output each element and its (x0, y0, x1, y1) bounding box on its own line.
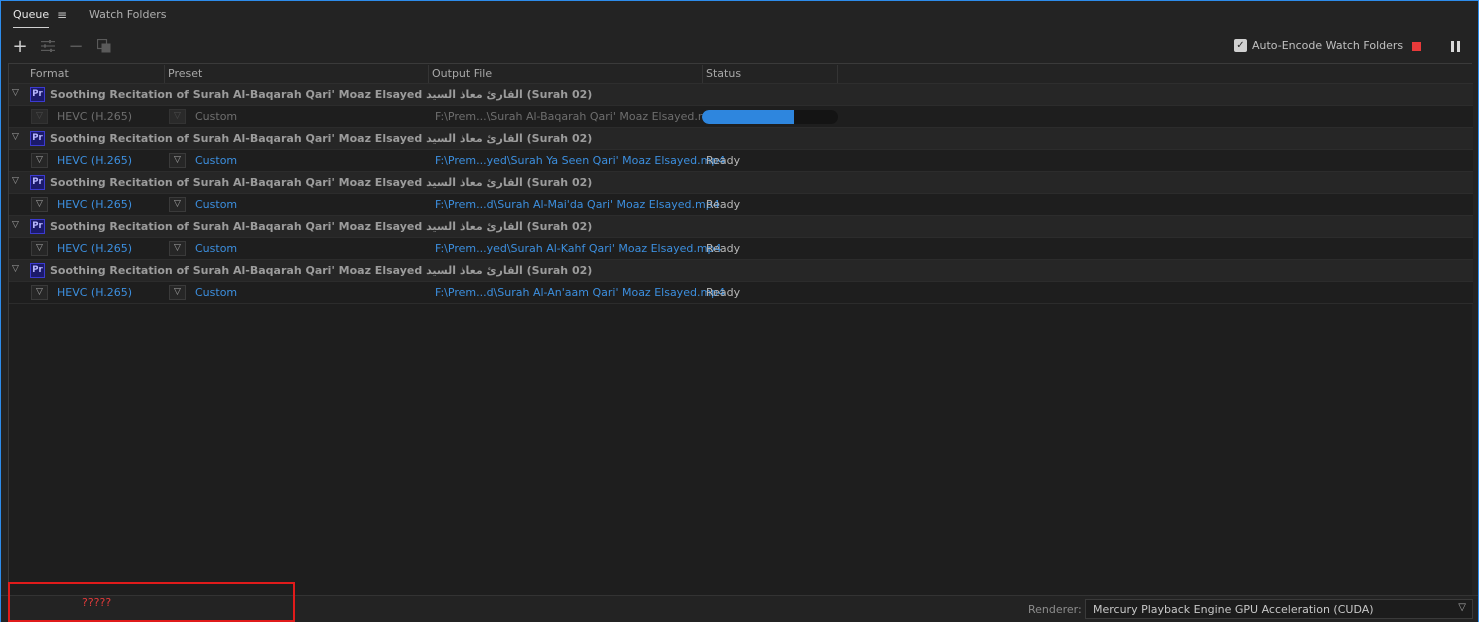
premiere-pro-icon: Pr (30, 87, 45, 102)
tab-watch-folders[interactable]: Watch Folders (89, 8, 166, 28)
queue-list: Format Preset Output File Status ▽ Pr So… (8, 63, 1473, 595)
source-title: Soothing Recitation of Surah Al-Baqarah … (50, 264, 593, 277)
preset-dropdown[interactable]: ▽ (169, 241, 186, 256)
format-dropdown[interactable]: ▽ (31, 241, 48, 256)
remove-button[interactable]: − (67, 35, 85, 57)
format-dropdown[interactable]: ▽ (31, 109, 48, 124)
checkmark-icon: ✓ (1234, 39, 1247, 52)
queue-group[interactable]: ▽ Pr Soothing Recitation of Surah Al-Baq… (9, 216, 1473, 238)
chevron-down-icon: ▽ (1458, 602, 1466, 613)
queue-group[interactable]: ▽ Pr Soothing Recitation of Surah Al-Baq… (9, 84, 1473, 106)
stop-queue-button[interactable] (1412, 42, 1421, 51)
pause-queue-button[interactable] (1451, 41, 1460, 52)
encode-progress-bar (702, 110, 838, 124)
chevron-down-icon[interactable]: ▽ (12, 220, 22, 232)
output-file-link[interactable]: F:\Prem...yed\Surah Al-Kahf Qari' Moaz E… (435, 242, 722, 255)
status-bar: ????? Renderer: Mercury Playback Engine … (1, 582, 1478, 622)
format-dropdown[interactable]: ▽ (31, 285, 48, 300)
output-file-link[interactable]: F:\Prem...yed\Surah Ya Seen Qari' Moaz E… (435, 154, 725, 167)
duplicate-button[interactable] (95, 37, 113, 55)
annotation-text: ????? (82, 596, 112, 609)
format-dropdown[interactable]: ▽ (31, 153, 48, 168)
queue-group[interactable]: ▽ Pr Soothing Recitation of Surah Al-Baq… (9, 128, 1473, 150)
output-file: F:\Prem...\Surah Al-Baqarah Qari' Moaz E… (435, 110, 723, 123)
preset-dropdown[interactable]: ▽ (169, 109, 186, 124)
hamburger-icon[interactable]: ≡ (57, 8, 67, 22)
renderer-label: Renderer: (1028, 603, 1082, 616)
tab-queue[interactable]: Queue (13, 8, 50, 28)
source-title: Soothing Recitation of Surah Al-Baqarah … (50, 132, 593, 145)
output-file-link[interactable]: F:\Prem...d\Surah Al-Mai'da Qari' Moaz E… (435, 198, 720, 211)
renderer-select[interactable]: Mercury Playback Engine GPU Acceleration… (1085, 599, 1473, 619)
panel-tabs: Queue ≡ Watch Folders (1, 1, 1478, 31)
preset-link[interactable]: Custom (195, 242, 237, 255)
status-text: Ready (706, 242, 741, 255)
queue-toolbar: + − ✓ Auto-Encode Watch Folders (1, 33, 1478, 59)
preset-dropdown[interactable]: ▽ (169, 285, 186, 300)
queue-group[interactable]: ▽ Pr Soothing Recitation of Surah Al-Baq… (9, 260, 1473, 282)
pause-icon-bar (1457, 41, 1460, 52)
source-title: Soothing Recitation of Surah Al-Baqarah … (50, 220, 593, 233)
column-divider[interactable] (428, 65, 429, 83)
source-title: Soothing Recitation of Surah Al-Baqarah … (50, 176, 593, 189)
format-value: HEVC (H.265) (57, 110, 133, 123)
queue-item[interactable]: ▽ HEVC (H.265) ▽ Custom F:\Prem...d\Sura… (9, 282, 1473, 304)
format-link[interactable]: HEVC (H.265) (57, 242, 132, 255)
format-dropdown[interactable]: ▽ (31, 197, 48, 212)
status-text: Ready (706, 154, 741, 167)
duplicate-icon (97, 39, 111, 53)
queue-item[interactable]: ▽ HEVC (H.265) ▽ Custom F:\Prem...d\Sura… (9, 194, 1473, 216)
preset-link[interactable]: Custom (195, 154, 237, 167)
queue-item[interactable]: ▽ HEVC (H.265) ▽ Custom F:\Prem...yed\Su… (9, 238, 1473, 260)
export-settings-button[interactable] (39, 37, 57, 55)
queue-item[interactable]: ▽ HEVC (H.265) ▽ Custom F:\Prem...\Surah… (9, 106, 1473, 128)
source-title: Soothing Recitation of Surah Al-Baqarah … (50, 88, 593, 101)
status-text: Ready (706, 286, 741, 299)
premiere-pro-icon: Pr (30, 219, 45, 234)
column-status[interactable]: Status (706, 67, 741, 80)
premiere-pro-icon: Pr (30, 131, 45, 146)
column-format[interactable]: Format (30, 67, 69, 80)
column-output[interactable]: Output File (432, 67, 492, 80)
status-text: Ready (706, 198, 741, 211)
format-link[interactable]: HEVC (H.265) (57, 154, 132, 167)
output-file-link[interactable]: F:\Prem...d\Surah Al-An'aam Qari' Moaz E… (435, 286, 725, 299)
premiere-pro-icon: Pr (30, 263, 45, 278)
chevron-down-icon[interactable]: ▽ (12, 176, 22, 188)
chevron-down-icon[interactable]: ▽ (12, 264, 22, 276)
preset-value: Custom (195, 110, 238, 123)
add-source-button[interactable]: + (11, 35, 29, 57)
minus-icon: − (68, 35, 84, 57)
preset-dropdown[interactable]: ▽ (169, 153, 186, 168)
tab-watch-folders-label: Watch Folders (89, 8, 167, 21)
plus-icon: + (12, 35, 28, 57)
sliders-icon (41, 40, 55, 52)
preset-link[interactable]: Custom (195, 198, 237, 211)
chevron-down-icon[interactable]: ▽ (12, 132, 22, 144)
format-link[interactable]: HEVC (H.265) (57, 286, 132, 299)
column-divider[interactable] (702, 65, 703, 83)
column-divider[interactable] (164, 65, 165, 83)
queue-group[interactable]: ▽ Pr Soothing Recitation of Surah Al-Baq… (9, 172, 1473, 194)
preset-dropdown[interactable]: ▽ (169, 197, 186, 212)
renderer-value: Mercury Playback Engine GPU Acceleration… (1093, 603, 1374, 616)
pause-icon (1451, 41, 1454, 52)
column-preset[interactable]: Preset (168, 67, 202, 80)
premiere-pro-icon: Pr (30, 175, 45, 190)
column-divider[interactable] (837, 65, 838, 83)
preset-link[interactable]: Custom (195, 286, 237, 299)
queue-panel: Queue ≡ Watch Folders + − ✓ Auto-Encode … (0, 0, 1479, 622)
auto-encode-checkbox[interactable]: ✓ Auto-Encode Watch Folders (1234, 39, 1403, 52)
format-link[interactable]: HEVC (H.265) (57, 198, 132, 211)
annotation-box: ????? (8, 582, 295, 622)
queue-item[interactable]: ▽ HEVC (H.265) ▽ Custom F:\Prem...yed\Su… (9, 150, 1473, 172)
chevron-down-icon[interactable]: ▽ (12, 88, 22, 100)
encode-progress-fill (702, 110, 795, 124)
tab-queue-label: Queue (13, 8, 50, 21)
auto-encode-label: Auto-Encode Watch Folders (1252, 39, 1404, 52)
column-headers: Format Preset Output File Status (9, 64, 1473, 84)
